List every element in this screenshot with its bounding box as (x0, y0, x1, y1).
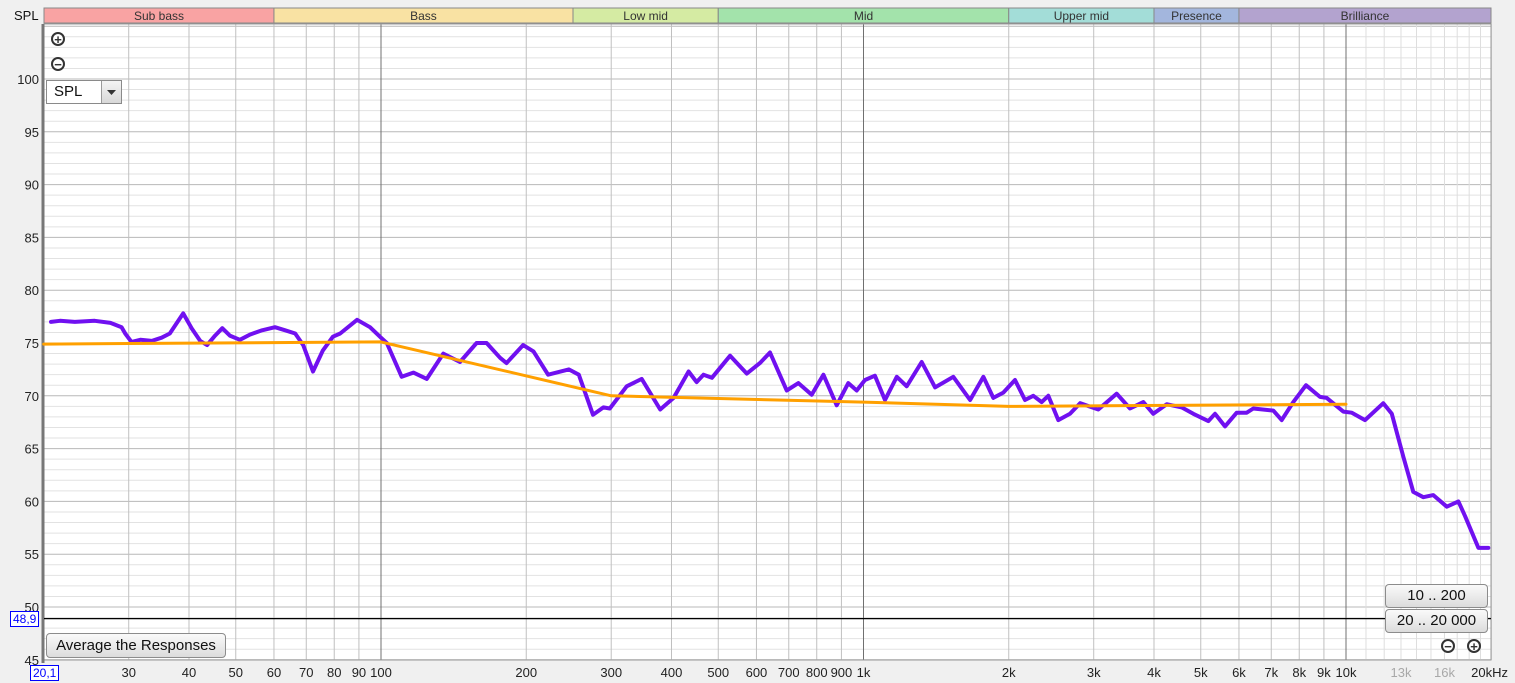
x-tick-label: 20kHz (1471, 665, 1508, 680)
band-label: Presence (1171, 9, 1222, 23)
x-tick-label: 100 (370, 665, 392, 680)
mode-select-value: SPL (54, 83, 83, 100)
zoom-out-icon[interactable]: − (51, 57, 65, 71)
x-tick-label: 400 (661, 665, 683, 680)
x-tick-label: 90 (352, 665, 366, 680)
x-tick-label: 7k (1264, 665, 1278, 680)
y-tick-label: 65 (25, 442, 39, 457)
frequency-response-chart[interactable]: Sub bass Bass Low mid Mid Upper mid Presence B… (0, 0, 1515, 683)
y-tick-label: 95 (25, 125, 39, 140)
y-tick-label: 70 (25, 389, 39, 404)
x-tick-label: 2k (1002, 665, 1016, 680)
x-tick-label: 3k (1087, 665, 1101, 680)
cursor-freq-readout: 20,1 (30, 665, 60, 681)
x-zoom-out-glyph: − (1444, 638, 1452, 654)
y-tick-label: 100 (17, 72, 39, 87)
band-label: Upper mid (1054, 9, 1109, 23)
mode-select[interactable]: SPL (46, 80, 122, 104)
x-tick-label: 200 (515, 665, 537, 680)
x-tick-label: 4k (1147, 665, 1161, 680)
x-tick-label: 60 (267, 665, 281, 680)
x-tick-label: 50 (229, 665, 243, 680)
x-zoom-in-icon[interactable]: + (1467, 639, 1481, 653)
x-tick-label: 700 (778, 665, 800, 680)
chevron-down-icon[interactable] (101, 81, 121, 103)
y-tick-label: 55 (25, 547, 39, 562)
x-tick-label: 600 (746, 665, 768, 680)
zoom-in-glyph: + (54, 31, 62, 47)
x-tick-label: 13k (1390, 665, 1411, 680)
zoom-in-icon[interactable]: + (51, 32, 65, 46)
x-tick-label: 16k (1434, 665, 1455, 680)
x-tick-label: 70 (299, 665, 313, 680)
y-tick-label: 60 (25, 494, 39, 509)
x-tick-label: 8k (1292, 665, 1306, 680)
x-zoom-out-icon[interactable]: − (1441, 639, 1455, 653)
band-label: Low mid (623, 9, 668, 23)
range-10-200-button[interactable]: 10 .. 200 (1385, 584, 1488, 608)
x-tick-label: 900 (831, 665, 853, 680)
y-tick-label: 75 (25, 336, 39, 351)
x-tick-label: 80 (327, 665, 341, 680)
average-responses-button[interactable]: Average the Responses (46, 633, 226, 658)
x-tick-label: 500 (707, 665, 729, 680)
x-tick-label: 5k (1194, 665, 1208, 680)
band-label: Sub bass (134, 9, 184, 23)
x-tick-label: 30 (121, 665, 135, 680)
band-label: Bass (410, 9, 437, 23)
cursor-db-readout: 48,9 (10, 611, 40, 627)
x-zoom-in-glyph: + (1470, 638, 1478, 654)
y-tick-label: 80 (25, 283, 39, 298)
x-tick-label: 10k (1336, 665, 1357, 680)
x-tick-label: 9k (1317, 665, 1331, 680)
band-label: Brilliance (1341, 9, 1390, 23)
x-tick-label: 40 (182, 665, 196, 680)
x-tick-label: 800 (806, 665, 828, 680)
y-tick-label: 90 (25, 178, 39, 193)
zoom-out-glyph: − (54, 56, 62, 72)
x-tick-label: 300 (600, 665, 622, 680)
y-axis-unit: SPL (14, 8, 39, 23)
band-label: Mid (854, 9, 873, 23)
x-tick-label: 6k (1232, 665, 1246, 680)
range-20-20000-button[interactable]: 20 .. 20 000 (1385, 609, 1488, 633)
y-tick-label: 85 (25, 230, 39, 245)
x-tick-label: 1k (857, 665, 871, 680)
